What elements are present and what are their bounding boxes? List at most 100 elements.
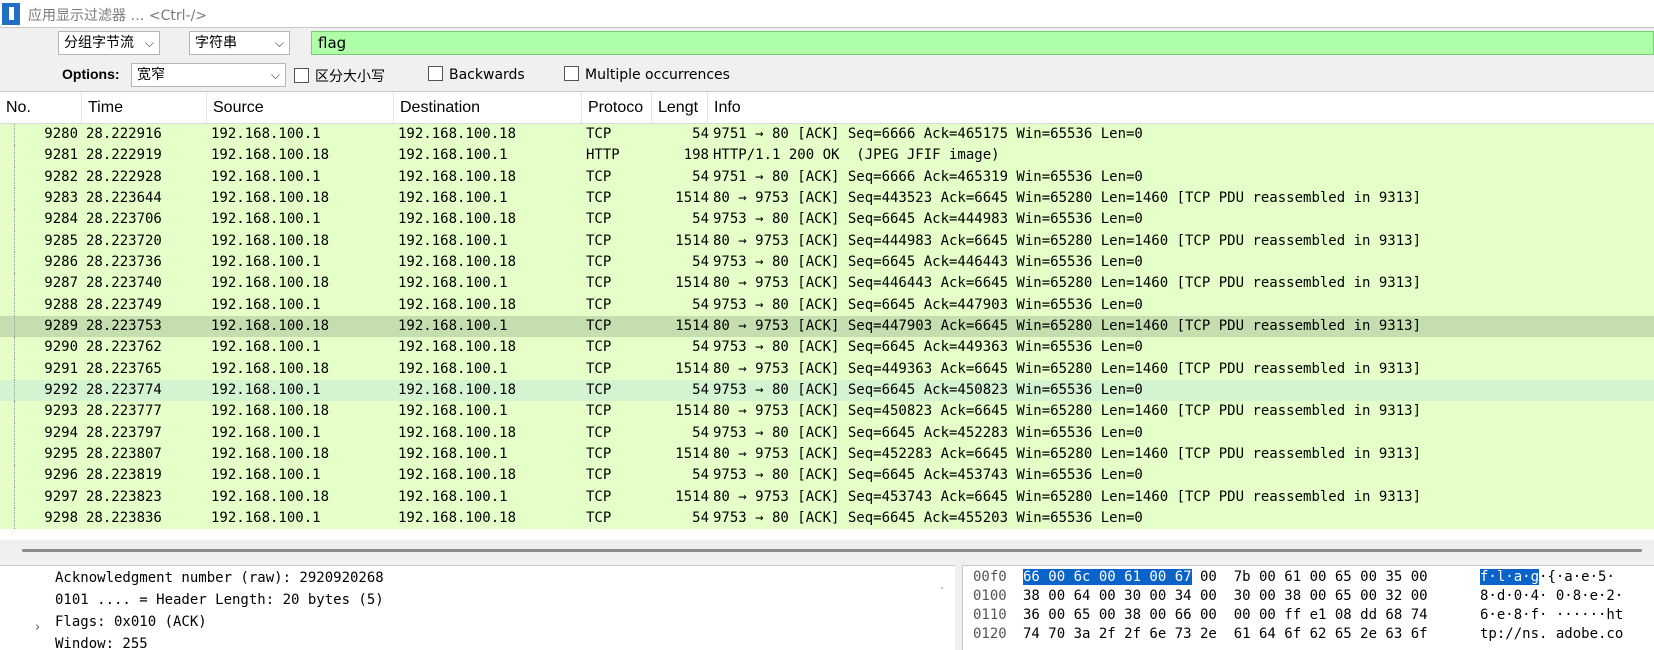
case-sensitive-checkbox[interactable]: 区分大小写 [294, 66, 385, 86]
packet-length: 1514 [675, 488, 709, 505]
packet-row[interactable]: 9286 28.223736 192.168.100.1 192.168.100.18… [0, 251, 1654, 274]
bytes-offset: 0100 [973, 588, 1007, 604]
detail-line[interactable]: Window: 255 [55, 636, 148, 650]
packet-row[interactable]: 9283 28.223644 192.168.100.18 192.168.100.1… [0, 187, 1654, 210]
packet-time: 28.222919 [86, 147, 162, 164]
packet-source: 192.168.100.18 [211, 403, 330, 420]
search-input[interactable]: flag [311, 31, 1654, 55]
packet-number: 9287 [44, 275, 78, 292]
packet-destination: 192.168.100.18 [398, 253, 517, 270]
detail-line[interactable]: Flags: 0x010 (ACK) [55, 614, 207, 630]
packet-row[interactable]: 9296 28.223819 192.168.100.1 192.168.100.18… [0, 465, 1654, 487]
packet-row[interactable]: 9293 28.223777 192.168.100.18 192.168.100.1… [0, 401, 1654, 423]
packet-length: 54 [692, 211, 709, 228]
packet-row[interactable]: 9284 28.223706 192.168.100.1 192.168.100.18… [0, 209, 1654, 231]
packet-source: 192.168.100.1 [211, 339, 321, 356]
packet-destination: 192.168.100.18 [398, 211, 517, 228]
bytes-offset: 0120 [973, 626, 1007, 642]
packet-protocol: TCP [586, 189, 612, 206]
expand-arrow-icon[interactable]: › [35, 620, 40, 635]
packet-row[interactable]: 9294 28.223797 192.168.100.1 192.168.100.18… [0, 422, 1654, 444]
packet-length: 54 [692, 424, 709, 441]
packet-number: 9289 [44, 317, 78, 334]
bytes-hex[interactable]: 74 70 3a 2f 2f 6e 73 2e 61 64 6f 62 65 2… [1023, 625, 1428, 644]
column-header-info[interactable]: Info [708, 92, 1654, 123]
packet-row[interactable]: 9287 28.223740 192.168.100.18 192.168.100.1… [0, 273, 1654, 295]
packet-destination: 192.168.100.1 [398, 360, 508, 377]
search-scope-select[interactable]: 分组字节流 ⌵ [58, 31, 160, 55]
bytes-hex-text: 36 00 65 00 38 00 66 00 00 00 ff e1 08 d… [1023, 607, 1428, 623]
packet-protocol: TCP [586, 317, 612, 334]
multiple-occurrences-checkbox[interactable]: Multiple occurrences [564, 66, 730, 83]
bookmark-icon-glyph [9, 7, 14, 20]
column-header-destination[interactable]: Destination [394, 92, 582, 123]
packet-info: 9753 → 80 [ACK] Seq=6645 Ack=449363 Win=… [713, 339, 1143, 356]
horizontal-scrollbar[interactable] [0, 540, 1654, 561]
packet-row[interactable]: 9297 28.223823 192.168.100.18 192.168.100.1… [0, 486, 1654, 508]
bytes-offset: 0110 [973, 607, 1007, 623]
bytes-hex[interactable]: 36 00 65 00 38 00 66 00 00 00 ff e1 08 d… [1023, 606, 1428, 625]
display-filter-bar[interactable]: 应用显示过滤器 … <Ctrl-/> [0, 0, 1654, 28]
packet-length: 54 [692, 509, 709, 526]
column-header-time[interactable]: Time [82, 92, 207, 123]
checkbox-box[interactable] [564, 66, 579, 81]
bytes-ascii[interactable]: f·l·a·g·{·a·e·5· [1480, 568, 1615, 587]
bytes-hex[interactable]: 66 00 6c 00 61 00 67 00 7b 00 61 00 65 0… [1023, 568, 1428, 587]
column-header-protocol[interactable]: Protoco [582, 92, 652, 123]
packet-info: 9753 → 80 [ACK] Seq=6645 Ack=455203 Win=… [713, 509, 1143, 526]
detail-line[interactable]: 0101 .... = Header Length: 20 bytes (5) [55, 592, 384, 608]
detail-line[interactable]: Acknowledgment number (raw): 2920920268 [55, 570, 384, 586]
column-header-length[interactable]: Lengt [652, 92, 708, 123]
packet-row[interactable]: 9282 28.222928 192.168.100.1 192.168.100.18… [0, 166, 1654, 188]
packet-source: 192.168.100.18 [211, 275, 330, 292]
packet-row[interactable]: 9285 28.223720 192.168.100.18 192.168.100.1… [0, 230, 1654, 252]
packet-number: 9290 [44, 339, 78, 356]
packet-row[interactable]: 9295 28.223807 192.168.100.18 192.168.100.1… [0, 443, 1654, 466]
packet-row[interactable]: 9289 28.223753 192.168.100.18 192.168.100.1… [0, 315, 1654, 338]
scrollbar-thumb[interactable] [22, 549, 1642, 552]
bytes-ascii[interactable]: 8·d·0·4· 0·8·e·2· [1480, 587, 1623, 606]
packet-number: 9294 [44, 424, 78, 441]
packet-number: 9297 [44, 488, 78, 505]
packet-row[interactable]: 9298 28.223836 192.168.100.1 192.168.100.18… [0, 507, 1654, 530]
packet-row[interactable]: 9290 28.223762 192.168.100.1 192.168.100.18… [0, 337, 1654, 359]
packet-info: 80 → 9753 [ACK] Seq=452283 Ack=6645 Win=… [713, 445, 1422, 462]
packet-destination: 192.168.100.18 [398, 126, 517, 142]
packet-destination: 192.168.100.1 [398, 147, 508, 164]
packet-row[interactable]: 9291 28.223765 192.168.100.18 192.168.100.1… [0, 358, 1654, 380]
packet-number: 9295 [44, 445, 78, 462]
bytes-hex[interactable]: 38 00 64 00 30 00 34 00 30 00 38 00 65 0… [1023, 587, 1428, 606]
backwards-checkbox[interactable]: Backwards [428, 66, 525, 83]
packet-row[interactable]: 9288 28.223749 192.168.100.1 192.168.100.18… [0, 294, 1654, 316]
pane-splitter[interactable] [955, 565, 962, 649]
checkbox-box[interactable] [428, 66, 443, 81]
bytes-ascii[interactable]: tp://ns. adobe.co [1480, 625, 1623, 644]
packet-list[interactable]: No. Time Source Destination Protoco Leng… [0, 91, 1654, 540]
bytes-ascii-highlight: f·l·a·g [1480, 569, 1540, 585]
checkbox-box[interactable] [294, 68, 309, 83]
packet-bytes-pane[interactable]: 00f0 66 00 6c 00 61 00 67 00 7b 00 61 00 … [962, 565, 1654, 650]
display-filter-input[interactable]: 应用显示过滤器 … <Ctrl-/> [28, 5, 207, 25]
packet-number: 9284 [44, 211, 78, 228]
packet-row[interactable]: 9280 28.222916 192.168.100.1 192.168.100.18… [0, 124, 1654, 146]
packet-source: 192.168.100.1 [211, 509, 321, 526]
bytes-ascii[interactable]: 6·e·8·f· ······ht [1480, 606, 1623, 625]
column-header-source[interactable]: Source [207, 92, 394, 123]
search-type-select[interactable]: 字符串 ⌵ [189, 31, 290, 55]
bytes-ascii-text: tp://ns. adobe.co [1480, 626, 1624, 642]
charset-select[interactable]: 宽窄 ⌵ [131, 63, 286, 87]
packet-protocol: TCP [586, 232, 612, 249]
packet-row[interactable]: 9292 28.223774 192.168.100.1 192.168.100.18… [0, 379, 1654, 402]
column-header-no[interactable]: No. [0, 92, 82, 123]
packet-source: 192.168.100.18 [211, 232, 330, 249]
packet-destination: 192.168.100.1 [398, 317, 508, 334]
packet-info: 80 → 9753 [ACK] Seq=447903 Ack=6645 Win=… [713, 317, 1422, 334]
packet-details-pane[interactable]: Acknowledgment number (raw): 2920920268 … [0, 565, 955, 650]
packet-info: 9753 → 80 [ACK] Seq=6645 Ack=447903 Win=… [713, 296, 1143, 313]
bookmark-icon[interactable] [2, 3, 20, 25]
packet-protocol: TCP [586, 253, 612, 270]
packet-destination: 192.168.100.1 [398, 275, 508, 292]
packet-row[interactable]: 9281 28.222919 192.168.100.18 192.168.100.1… [0, 145, 1654, 167]
bytes-hex-text: 00 7b 00 61 00 65 00 35 00 [1191, 569, 1428, 585]
packet-protocol: TCP [586, 339, 612, 356]
